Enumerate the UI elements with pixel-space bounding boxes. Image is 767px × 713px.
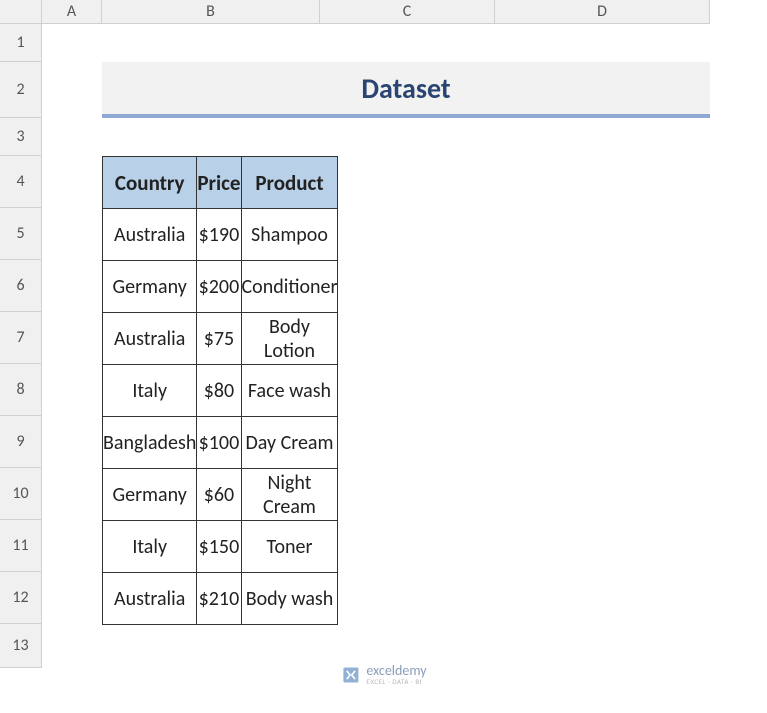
- cell-price[interactable]: $100: [197, 417, 241, 469]
- select-all-corner[interactable]: [0, 0, 42, 24]
- cell-product[interactable]: Shampoo: [241, 209, 338, 261]
- table-row: Australia $75 Body Lotion: [103, 313, 338, 365]
- table-row: Australia $210 Body wash: [103, 573, 338, 625]
- cell-price[interactable]: $75: [197, 313, 241, 365]
- row-header-12[interactable]: 12: [0, 572, 42, 624]
- table-row: Germany $60 Night Cream: [103, 469, 338, 521]
- cell-product[interactable]: Conditioner: [241, 261, 338, 313]
- row-header-5[interactable]: 5: [0, 208, 42, 260]
- row-header-10[interactable]: 10: [0, 468, 42, 520]
- cell-product[interactable]: Body Lotion: [241, 313, 338, 365]
- cell-product[interactable]: Body wash: [241, 573, 338, 625]
- column-header-b[interactable]: B: [102, 0, 320, 24]
- cell-country[interactable]: Australia: [103, 313, 197, 365]
- table-row: Italy $150 Toner: [103, 521, 338, 573]
- cell-country[interactable]: Italy: [103, 365, 197, 417]
- table-header-row: Country Price Product: [103, 157, 338, 209]
- cell-price[interactable]: $190: [197, 209, 241, 261]
- column-header-d[interactable]: D: [495, 0, 710, 24]
- cell-price[interactable]: $200: [197, 261, 241, 313]
- table-row: Germany $200 Conditioner: [103, 261, 338, 313]
- header-price[interactable]: Price: [197, 157, 241, 209]
- cell-price[interactable]: $80: [197, 365, 241, 417]
- row-header-2[interactable]: 2: [0, 62, 42, 118]
- watermark-text: exceldemy EXCEL · DATA · BI: [366, 664, 426, 685]
- cell-product[interactable]: Toner: [241, 521, 338, 573]
- row-header-4[interactable]: 4: [0, 156, 42, 208]
- cell-country[interactable]: Germany: [103, 469, 197, 521]
- table-row: Bangladesh $100 Day Cream: [103, 417, 338, 469]
- cell-country[interactable]: Australia: [103, 209, 197, 261]
- cell-country[interactable]: Italy: [103, 521, 197, 573]
- dataset-title[interactable]: Dataset: [102, 62, 710, 118]
- row-header-3[interactable]: 3: [0, 118, 42, 156]
- cell-price[interactable]: $60: [197, 469, 241, 521]
- watermark-tagline: EXCEL · DATA · BI: [366, 678, 426, 685]
- cell-country[interactable]: Germany: [103, 261, 197, 313]
- cell-price[interactable]: $210: [197, 573, 241, 625]
- row-headers: 1 2 3 4 5 6 7 8 9 10 11 12 13: [0, 24, 42, 668]
- table-row: Australia $190 Shampoo: [103, 209, 338, 261]
- cell-country[interactable]: Bangladesh: [103, 417, 197, 469]
- column-header-a[interactable]: A: [42, 0, 102, 24]
- row-header-11[interactable]: 11: [0, 520, 42, 572]
- column-header-c[interactable]: C: [320, 0, 495, 24]
- row-header-9[interactable]: 9: [0, 416, 42, 468]
- row-header-8[interactable]: 8: [0, 364, 42, 416]
- header-product[interactable]: Product: [241, 157, 338, 209]
- header-country[interactable]: Country: [103, 157, 197, 209]
- spreadsheet-container: A B C D 1 2 3 4 5 6 7 8 9 10 11 12 13 Da…: [0, 0, 767, 713]
- cell-country[interactable]: Australia: [103, 573, 197, 625]
- cell-price[interactable]: $150: [197, 521, 241, 573]
- cell-product[interactable]: Night Cream: [241, 469, 338, 521]
- column-headers: A B C D: [42, 0, 710, 24]
- row-header-7[interactable]: 7: [0, 312, 42, 364]
- row-header-13[interactable]: 13: [0, 624, 42, 668]
- row-header-6[interactable]: 6: [0, 260, 42, 312]
- cell-product[interactable]: Face wash: [241, 365, 338, 417]
- data-table: Country Price Product Australia $190 Sha…: [102, 156, 338, 625]
- exceldemy-logo-icon: [340, 665, 360, 685]
- cell-product[interactable]: Day Cream: [241, 417, 338, 469]
- row-header-1[interactable]: 1: [0, 24, 42, 62]
- table-row: Italy $80 Face wash: [103, 365, 338, 417]
- watermark-brand: exceldemy: [366, 664, 426, 678]
- watermark: exceldemy EXCEL · DATA · BI: [340, 664, 426, 685]
